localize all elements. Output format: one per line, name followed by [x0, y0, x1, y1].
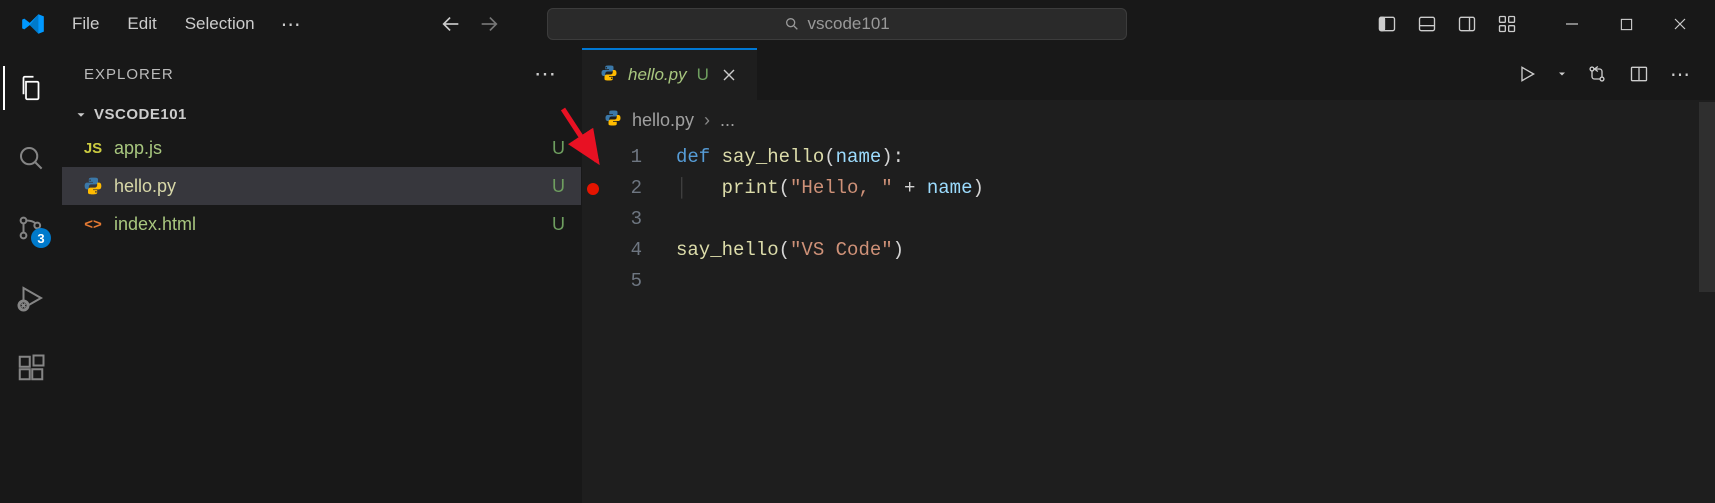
chevron-down-icon — [74, 108, 88, 122]
window-minimize-button[interactable] — [1547, 6, 1597, 42]
python-file-icon — [604, 109, 622, 132]
tab-hellopy[interactable]: hello.py U — [582, 48, 757, 100]
toggle-primary-sidebar-button[interactable] — [1369, 6, 1405, 42]
split-editor-button[interactable] — [1621, 56, 1657, 92]
breadcrumb-rest: ... — [720, 110, 735, 131]
command-center-search[interactable]: vscode101 — [547, 8, 1127, 40]
tab-git-status: U — [697, 65, 709, 85]
toggle-secondary-sidebar-button[interactable] — [1449, 6, 1485, 42]
nav-forward-button[interactable] — [475, 10, 503, 38]
tab-bar: hello.py U ⋯ — [582, 48, 1715, 100]
js-file-icon: JS — [82, 137, 104, 159]
activity-extensions-button[interactable] — [3, 340, 59, 396]
activity-explorer-button[interactable] — [3, 60, 59, 116]
activity-bar: 3 — [0, 48, 62, 503]
git-status: U — [552, 138, 565, 159]
code-content[interactable]: def say_hello(name): │ print("Hello, " +… — [656, 142, 984, 297]
html-file-icon: <> — [82, 213, 104, 235]
tab-close-button[interactable] — [719, 65, 739, 85]
file-name: hello.py — [114, 176, 542, 197]
menu-edit[interactable]: Edit — [115, 8, 168, 40]
file-list: JS app.js U hello.py U <> index.html U — [62, 129, 581, 243]
run-dropdown-button[interactable] — [1551, 56, 1573, 92]
activity-debug-button[interactable] — [3, 270, 59, 326]
line-number: 3 — [604, 204, 642, 235]
activity-scm-button[interactable]: 3 — [3, 200, 59, 256]
menu-overflow-icon[interactable]: ⋯ — [271, 6, 313, 43]
run-button[interactable] — [1509, 56, 1545, 92]
toggle-panel-button[interactable] — [1409, 6, 1445, 42]
breadcrumb-file: hello.py — [632, 110, 694, 131]
sidebar-title: EXPLORER — [84, 66, 174, 83]
scm-badge: 3 — [31, 228, 51, 248]
file-item-appjs[interactable]: JS app.js U — [62, 129, 581, 167]
nav-back-button[interactable] — [437, 10, 465, 38]
git-compare-button[interactable] — [1579, 56, 1615, 92]
line-number: 2 — [604, 173, 642, 204]
menu-file[interactable]: File — [60, 8, 111, 40]
window-close-button[interactable] — [1655, 6, 1705, 42]
window-maximize-button[interactable] — [1601, 6, 1651, 42]
git-status: U — [552, 214, 565, 235]
python-file-icon — [82, 175, 104, 197]
editor-area: hello.py U ⋯ — [582, 48, 1715, 503]
folder-header[interactable]: VSCODE101 — [62, 100, 581, 129]
breadcrumbs[interactable]: hello.py › ... — [582, 100, 1715, 140]
line-number: 5 — [604, 266, 642, 297]
title-bar: File Edit Selection ⋯ vscode101 — [0, 0, 1715, 48]
breakpoint-icon[interactable] — [587, 183, 599, 195]
sidebar-more-icon[interactable]: ⋯ — [534, 61, 559, 87]
vscode-logo-icon — [18, 9, 48, 39]
breakpoint-gutter[interactable] — [582, 142, 604, 297]
file-item-indexhtml[interactable]: <> index.html U — [62, 205, 581, 243]
customize-layout-button[interactable] — [1489, 6, 1525, 42]
breadcrumb-separator-icon: › — [704, 110, 710, 131]
line-number: 1 — [604, 142, 642, 173]
activity-search-button[interactable] — [3, 130, 59, 186]
line-number-gutter: 1 2 3 4 5 — [604, 142, 656, 297]
tab-label: hello.py — [628, 65, 687, 85]
file-item-hellopy[interactable]: hello.py U — [62, 167, 581, 205]
search-icon — [784, 16, 800, 32]
folder-name: VSCODE101 — [94, 106, 187, 123]
editor-more-button[interactable]: ⋯ — [1663, 56, 1699, 92]
python-file-icon — [600, 64, 618, 87]
scrollbar[interactable] — [1699, 102, 1715, 292]
code-editor[interactable]: 1 2 3 4 5 def say_hello(name): │ print("… — [582, 140, 1715, 297]
file-name: index.html — [114, 214, 542, 235]
file-name: app.js — [114, 138, 542, 159]
explorer-sidebar: EXPLORER ⋯ VSCODE101 JS app.js U hello.p… — [62, 48, 582, 503]
search-text: vscode101 — [808, 14, 890, 34]
menu-selection[interactable]: Selection — [173, 8, 267, 40]
line-number: 4 — [604, 235, 642, 266]
git-status: U — [552, 176, 565, 197]
